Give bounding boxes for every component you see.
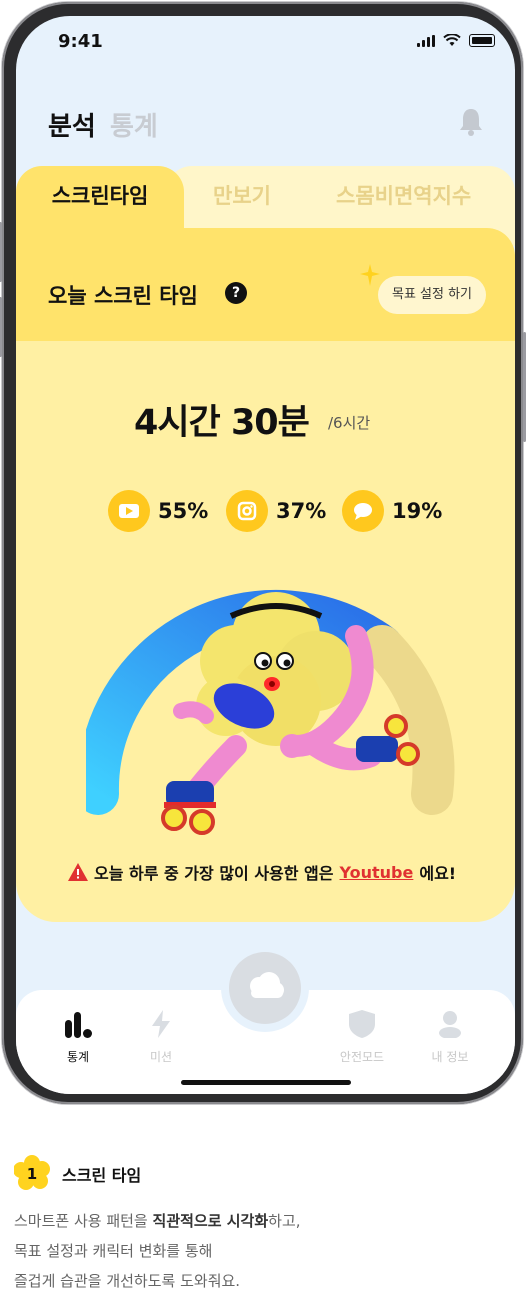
bar-chart-icon <box>65 1012 92 1038</box>
caption-line-2: 목표 설정과 캐릭터 변화를 통해 <box>14 1242 213 1260</box>
tab-pedometer[interactable]: 만보기 <box>213 180 271 210</box>
warning-suffix: 에요! <box>419 864 457 883</box>
signal-icon <box>417 34 435 47</box>
warning-app-name: Youtube <box>339 862 414 882</box>
home-indicator <box>181 1080 351 1085</box>
nav-item-stats[interactable]: 통계 <box>38 1010 118 1065</box>
screen-time-goal: /6시간 <box>328 414 371 432</box>
sparkle-icon <box>360 264 380 286</box>
screen-time-used: 4시간 30분 <box>134 403 310 443</box>
battery-icon <box>469 34 495 47</box>
nav-label: 내 정보 <box>431 1050 469 1064</box>
shield-icon <box>349 1010 375 1038</box>
bell-icon[interactable] <box>457 106 485 138</box>
nav-label: 안전모드 <box>339 1050 385 1064</box>
instagram-icon <box>226 490 268 532</box>
page-subtitle-tab[interactable]: 통계 <box>110 106 158 143</box>
person-icon <box>439 1011 461 1039</box>
nav-item-mission[interactable]: 미션 <box>121 1010 201 1065</box>
card-title: 오늘 스크린 타임 <box>48 284 198 308</box>
volume-down-button <box>0 297 2 357</box>
status-icons <box>417 34 495 47</box>
power-button <box>523 332 526 442</box>
nav-label: 미션 <box>149 1050 173 1064</box>
cloud-icon <box>250 972 284 998</box>
chat-icon <box>342 490 384 532</box>
volume-up-button <box>0 222 2 282</box>
top-app-warning: 오늘 하루 중 가장 많이 사용한 앱은 Youtube 에요! <box>68 860 456 884</box>
usage-youtube: 55% <box>108 490 208 532</box>
usage-instagram: 37% <box>226 490 326 532</box>
caption-line-3: 즐겁게 습관을 개선하도록 도와줘요. <box>14 1272 241 1290</box>
number-badge-text: 1 <box>27 1165 37 1183</box>
warning-icon <box>68 863 88 881</box>
app-screen: 9:41 분석 통계 만보기 스몸비면역지수 스크린타임 오늘 스크린 타임 ?… <box>16 16 515 1094</box>
lightning-icon <box>152 1010 170 1038</box>
center-cloud-button[interactable] <box>229 952 301 1024</box>
nav-label: 통계 <box>66 1050 90 1064</box>
caption-line-1: 스마트폰 사용 패턴을 직관적으로 시각화하고, <box>14 1212 301 1230</box>
wifi-icon <box>443 34 461 46</box>
status-time: 9:41 <box>58 31 103 52</box>
nav-item-safe-mode[interactable]: 안전모드 <box>322 1010 402 1065</box>
warning-prefix: 오늘 하루 중 가장 많이 사용한 앱은 <box>94 864 334 883</box>
usage-percent: 37% <box>276 499 327 523</box>
caption-title: 스크린 타임 <box>62 1166 142 1185</box>
character-illustration <box>86 589 455 835</box>
caption-body: 스마트폰 사용 패턴을 직관적으로 시각화하고, 목표 설정과 캐릭터 변화를 … <box>14 1206 301 1296</box>
tab-smombie-index[interactable]: 스몸비면역지수 <box>336 180 471 210</box>
phone-frame: 9:41 분석 통계 만보기 스몸비면역지수 스크린타임 오늘 스크린 타임 ?… <box>0 2 526 1104</box>
usage-percent: 19% <box>392 499 443 523</box>
usage-percent: 55% <box>158 499 209 523</box>
youtube-icon <box>108 490 150 532</box>
nav-item-my-info[interactable]: 내 정보 <box>410 1010 490 1065</box>
number-badge: 1 <box>14 1155 50 1190</box>
set-goal-button[interactable]: 목표 설정 하기 <box>378 276 486 314</box>
usage-chat: 19% <box>342 490 442 532</box>
help-icon[interactable]: ? <box>225 282 247 304</box>
page-title: 분석 <box>48 112 96 142</box>
screen-time-card: 오늘 스크린 타임 ? 목표 설정 하기 4시간 30분 /6시간 55% 37… <box>16 228 515 922</box>
